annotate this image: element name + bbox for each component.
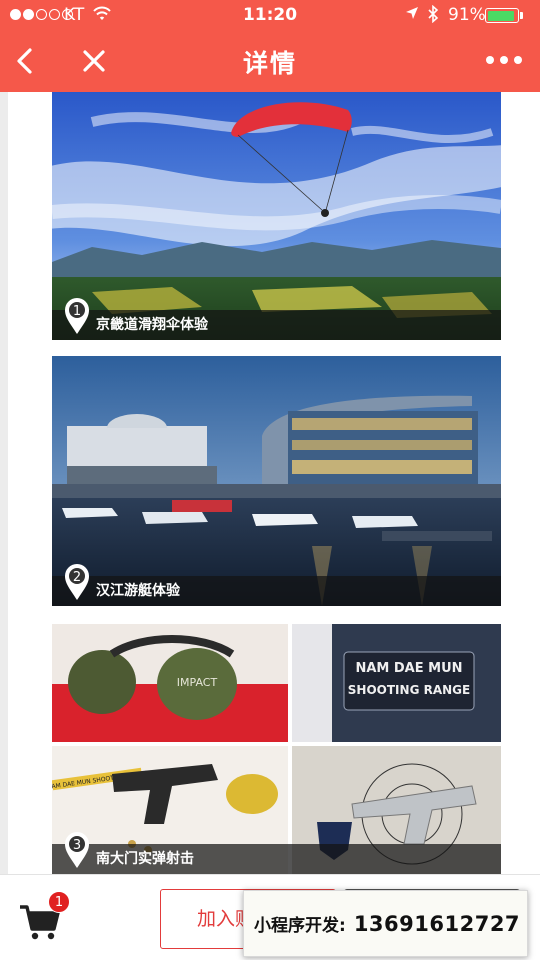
- navigation-bar: 详情: [0, 30, 540, 92]
- status-bar: KT 11:20 91%: [0, 0, 540, 30]
- card-caption: 京畿道滑翔伞体验: [96, 317, 208, 333]
- map-pin-icon: 3: [65, 832, 89, 868]
- battery-icon: [485, 8, 519, 23]
- experience-card-shooting[interactable]: IMPACT NAM DAE MUN SHOOTING RANGE NAM DA…: [52, 624, 501, 874]
- watermark-overlay: 小程序开发: 13691612727: [243, 890, 528, 957]
- card-caption: 南大门实弹射击: [96, 851, 194, 867]
- yacht-photo: [52, 356, 501, 606]
- paragliding-photo: [52, 92, 501, 340]
- experience-card-yacht[interactable]: 2 汉江游艇体验: [52, 356, 501, 606]
- battery-tip: [520, 12, 523, 19]
- location-arrow-icon: [406, 7, 418, 19]
- patch-line-1: NAM DAE MUN: [355, 661, 462, 676]
- more-icon[interactable]: [486, 56, 522, 64]
- map-pin-icon: 1: [65, 298, 89, 334]
- watermark-label: 小程序开发:: [254, 916, 346, 936]
- card-caption: 汉江游艇体验: [96, 583, 180, 599]
- page-title: 详情: [242, 49, 297, 78]
- shooting-collage-photo: IMPACT NAM DAE MUN SHOOTING RANGE NAM DA…: [52, 624, 501, 874]
- bluetooth-icon: [428, 5, 439, 23]
- card-number: 2: [73, 570, 81, 585]
- watermark-phone: 13691612727: [353, 911, 521, 936]
- card-number: 1: [73, 304, 81, 319]
- battery-percent: 91%: [448, 5, 486, 25]
- experience-card-paragliding[interactable]: 1 京畿道滑翔伞体验: [52, 92, 501, 340]
- card-number: 3: [73, 838, 81, 853]
- earmuff-brand: IMPACT: [177, 676, 218, 689]
- patch-line-2: SHOOTING RANGE: [348, 683, 470, 697]
- detail-content[interactable]: 1 京畿道滑翔伞体验 2 汉江游艇体验 IMPACT NAM DAE MUN S…: [0, 92, 540, 874]
- map-pin-icon: 2: [65, 564, 89, 600]
- cart-count-badge: 1: [48, 891, 70, 913]
- header: KT 11:20 91% 详情: [0, 0, 540, 92]
